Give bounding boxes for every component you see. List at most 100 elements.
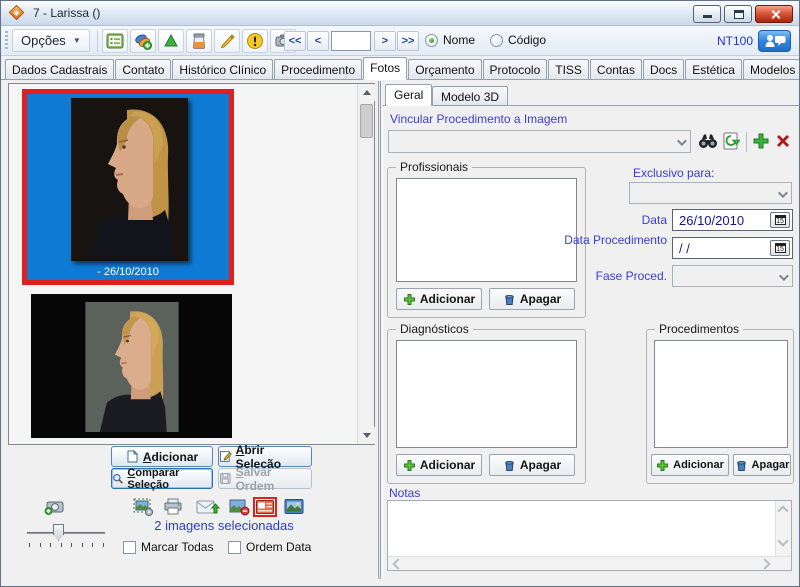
tab-estetica[interactable]: Estética	[685, 59, 742, 79]
user-chat-button[interactable]	[758, 30, 791, 52]
close-button[interactable]	[755, 5, 793, 23]
procedimentos-adicionar-button[interactable]: Adicionar	[651, 454, 729, 476]
refresh-procedimento-button[interactable]	[722, 132, 740, 150]
photo-thumbnail-2[interactable]	[31, 294, 232, 438]
minimize-button[interactable]	[693, 5, 721, 23]
exclusivo-para-select[interactable]	[629, 182, 792, 204]
search-procedimento-button[interactable]	[698, 132, 718, 150]
nav-next-button[interactable]: >	[374, 31, 396, 51]
adicionar-label: Adicionar	[420, 292, 475, 306]
tab-contato[interactable]: Contato	[115, 59, 171, 79]
diagnosticos-adicionar-button[interactable]: Adicionar	[396, 454, 482, 476]
nav-last-button[interactable]: >>	[397, 31, 419, 51]
patient-photo-2	[74, 302, 190, 432]
search-by-nome-option[interactable]: Nome	[425, 33, 475, 47]
select-images-button[interactable]	[132, 497, 154, 517]
thumbnail-scrollbar[interactable]	[357, 84, 374, 444]
scroll-down-button[interactable]	[358, 427, 375, 444]
tab-dados-cadastrais[interactable]: Dados Cadastrais	[5, 59, 114, 79]
scroll-up-button[interactable]	[358, 84, 375, 101]
profissionais-list[interactable]	[396, 178, 577, 282]
apagar-label: Apagar	[752, 459, 790, 471]
nav-prev-button[interactable]: <	[307, 31, 329, 51]
add-procedimento-button[interactable]	[752, 132, 770, 150]
profissionais-adicionar-button[interactable]: Adicionar	[396, 288, 482, 310]
thumbnail-size-slider[interactable]	[27, 532, 105, 535]
record-search-input[interactable]	[331, 31, 371, 51]
data-procedimento-input[interactable]: / / 15	[672, 237, 793, 259]
edit-button[interactable]	[214, 29, 240, 53]
options-menu-button[interactable]: Opções ▼	[12, 29, 90, 52]
data-input[interactable]: 26/10/2010 15	[672, 209, 793, 231]
main-tab-bar: Dados Cadastrais Contato Histórico Clíni…	[1, 57, 799, 80]
search-by-codigo-option[interactable]: Código	[490, 33, 546, 47]
compare-mode-button-highlighted[interactable]	[253, 497, 277, 517]
pane-splitter[interactable]	[378, 81, 381, 579]
procedimentos-group: Procedimentos Adicionar Apagar	[646, 329, 794, 484]
photo-thumbnail-selected[interactable]: - 26/10/2010	[22, 89, 234, 285]
maximize-button[interactable]	[724, 5, 752, 23]
tab-tiss[interactable]: TISS	[548, 59, 589, 79]
clear-procedimento-button[interactable]	[774, 132, 792, 150]
medications-button[interactable]	[130, 29, 156, 53]
procedimentos-list[interactable]	[654, 340, 788, 448]
procedimentos-apagar-button[interactable]: Apagar	[733, 454, 791, 476]
marcar-todas-option[interactable]: Marcar Todas	[123, 540, 213, 554]
evolution-button[interactable]	[158, 29, 184, 53]
tab-historico-clinico[interactable]: Histórico Clínico	[172, 59, 273, 79]
salvar-ordem-button[interactable]: Salvar Ordem	[218, 468, 312, 489]
tab-modelos[interactable]: Modelos	[743, 59, 800, 79]
tab-procedimento[interactable]: Procedimento	[274, 59, 362, 79]
diagnosticos-apagar-button[interactable]: Apagar	[489, 454, 575, 476]
radio-codigo-label: Código	[508, 33, 546, 47]
nav-first-button[interactable]: <<	[284, 31, 306, 51]
ordem-data-checkbox[interactable]	[228, 541, 241, 554]
slider-thumb[interactable]	[53, 524, 64, 541]
data-procedimento-value: / /	[679, 241, 690, 256]
calendar-icon: 15	[775, 243, 786, 253]
notas-vertical-scrollbar[interactable]	[775, 501, 791, 556]
diagnosticos-list[interactable]	[396, 340, 577, 448]
tab-protocolo[interactable]: Protocolo	[483, 59, 548, 79]
notas-horizontal-scrollbar[interactable]	[388, 556, 791, 570]
vincular-procedimento-select[interactable]	[388, 130, 691, 153]
diagnosticos-caption: Diagnósticos	[396, 322, 473, 336]
salvar-ordem-label: Salvar Ordem	[236, 465, 311, 493]
image-view-button[interactable]	[284, 498, 304, 515]
print-button[interactable]	[163, 498, 183, 516]
scrollbar-thumb[interactable]	[360, 104, 373, 138]
specimen-button[interactable]	[186, 29, 212, 53]
radio-codigo[interactable]	[490, 34, 503, 47]
trash-icon	[735, 459, 748, 472]
radio-nome[interactable]	[425, 34, 438, 47]
cone-icon	[162, 32, 180, 50]
subtab-modelo-3d[interactable]: Modelo 3D	[432, 86, 508, 106]
alert-button[interactable]	[242, 29, 268, 53]
diagnosticos-group: Diagnósticos Adicionar Apagar	[387, 329, 586, 484]
subtab-geral[interactable]: Geral	[385, 84, 432, 106]
adicionar-foto-button[interactable]: Adicionar	[111, 446, 213, 467]
fase-proced-select[interactable]	[672, 265, 793, 287]
tab-orcamento[interactable]: Orçamento	[408, 59, 481, 79]
vincular-procedimento-label: Vincular Procedimento a Imagem	[390, 112, 567, 126]
ordem-data-option[interactable]: Ordem Data	[228, 540, 311, 554]
toolbar-gripper[interactable]	[5, 31, 8, 51]
apagar-label: Apagar	[520, 458, 561, 472]
tab-contas[interactable]: Contas	[590, 59, 642, 79]
trash-icon	[503, 459, 516, 472]
data-calendar-button[interactable]: 15	[770, 212, 790, 228]
comparar-selecao-button[interactable]: Comparar Seleção	[111, 468, 213, 489]
add-capture-button[interactable]	[44, 498, 66, 515]
patient-photo-1	[71, 98, 188, 261]
tab-docs[interactable]: Docs	[643, 59, 684, 79]
send-email-button[interactable]	[196, 498, 220, 516]
marcar-todas-checkbox[interactable]	[123, 541, 136, 554]
profissionais-apagar-button[interactable]: Apagar	[489, 288, 575, 310]
notas-textarea[interactable]	[387, 500, 792, 571]
comparar-selecao-label: Comparar Seleção	[127, 467, 212, 491]
data-procedimento-calendar-button[interactable]: 15	[770, 240, 790, 256]
tab-fotos[interactable]: Fotos	[363, 57, 407, 80]
remove-image-button[interactable]	[229, 498, 250, 516]
fase-proced-label: Fase Proced.	[561, 269, 667, 283]
record-form-button[interactable]	[102, 29, 128, 53]
